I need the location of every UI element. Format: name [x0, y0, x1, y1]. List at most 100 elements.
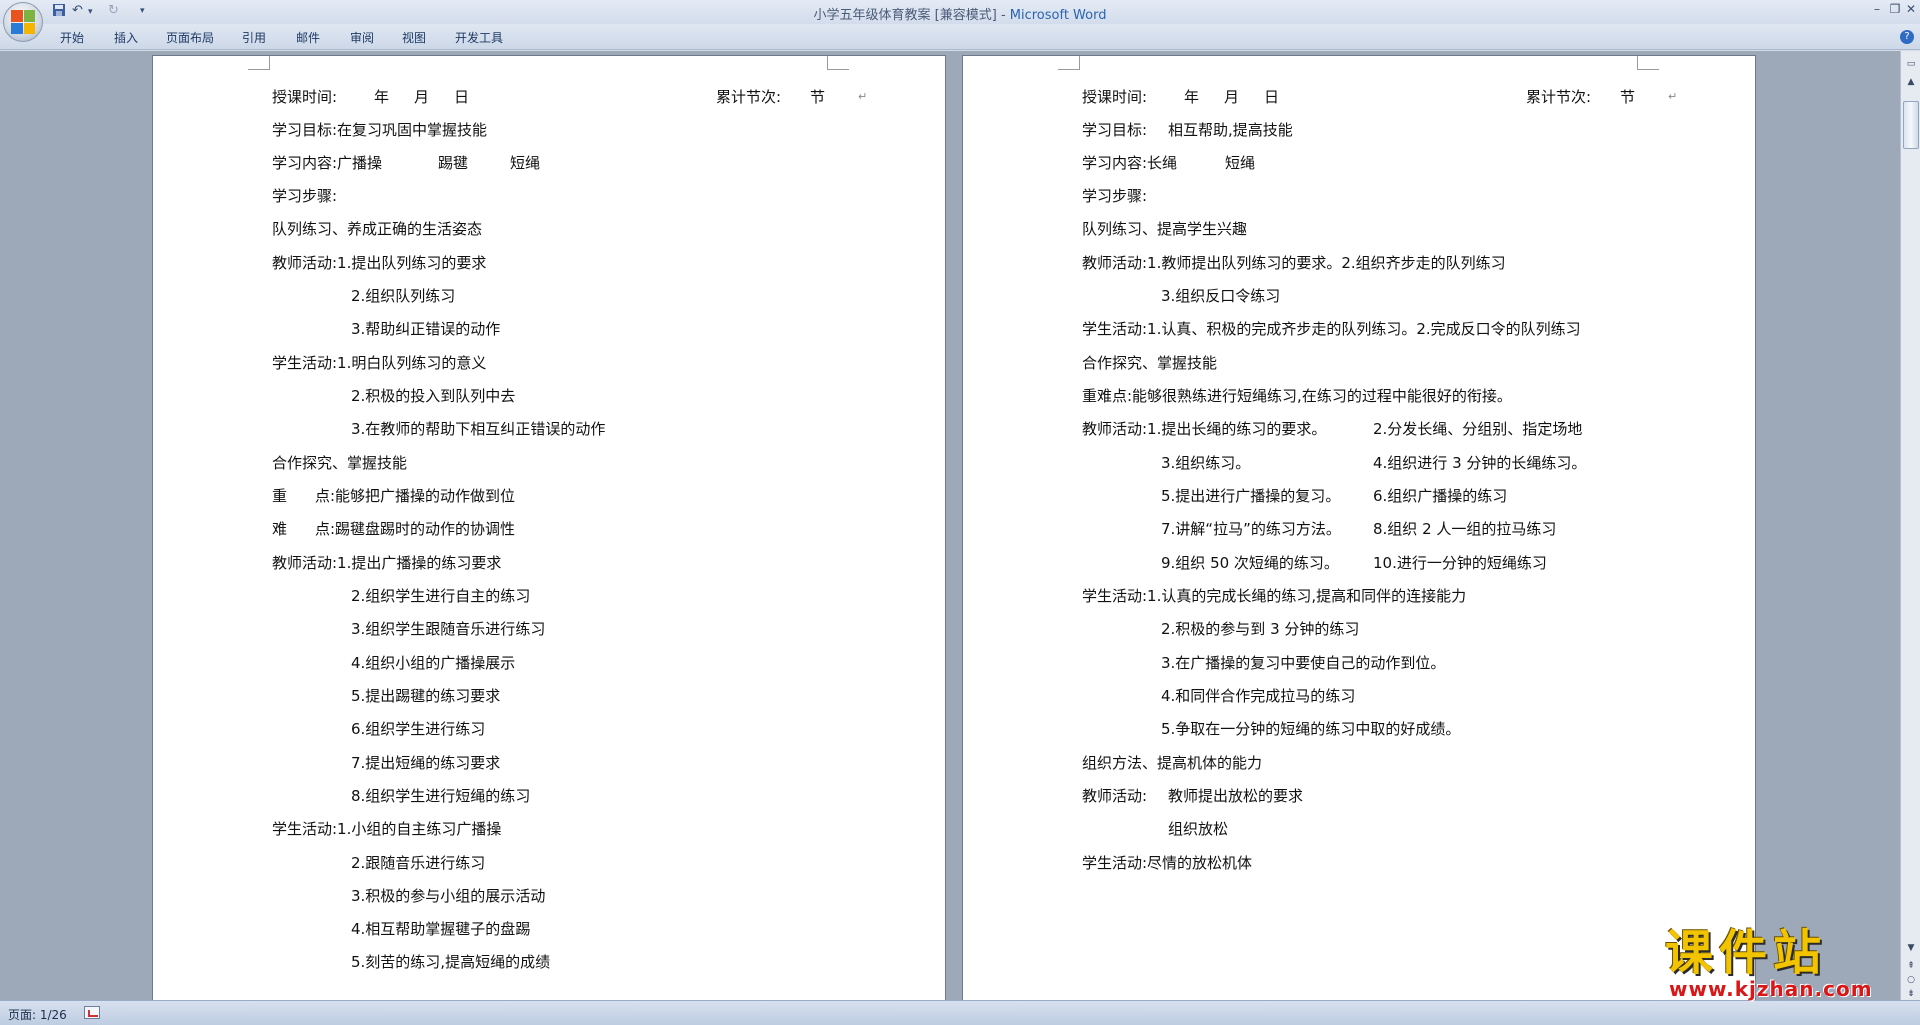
doc-line: 学习内容:长绳 — [1082, 154, 1178, 172]
doc-line: 3.在广播操的复习中要使自己的动作到位。 — [1161, 654, 1446, 672]
doc-line: 队列练习、养成正确的生活姿态 — [272, 220, 483, 238]
doc-line: 学习步骤: — [1082, 187, 1148, 205]
close-icon[interactable]: ✕ — [1900, 2, 1920, 18]
doc-line: 点:能够把广播操的动作做到位 — [315, 487, 516, 505]
doc-line: 6.组织学生进行练习 — [351, 720, 486, 738]
crop-mark — [248, 56, 270, 70]
office-button[interactable] — [3, 2, 43, 42]
doc-line: 2.积极的投入到队列中去 — [351, 387, 516, 405]
document-title: 小学五年级体育教案 [兼容模式] — [813, 8, 997, 23]
doc-line: 3.组织学生跟随音乐进行练习 — [351, 620, 546, 638]
session-unit-label: 节 — [1620, 88, 1636, 106]
doc-line: 5.争取在一分钟的短绳的练习中取的好成绩。 — [1161, 720, 1461, 738]
watermark-url: www.kjzhan.com — [1669, 977, 1873, 1001]
next-page-icon[interactable]: ⇟ — [1903, 987, 1919, 1001]
day-label: 日 — [1264, 88, 1280, 106]
tab-insert[interactable]: 插入 — [114, 29, 138, 46]
doc-line: 相互帮助,提高技能 — [1168, 121, 1293, 139]
tab-home[interactable]: 开始 — [60, 29, 84, 46]
doc-line: 2.组织队列练习 — [351, 287, 456, 305]
scroll-thumb[interactable] — [1903, 101, 1919, 149]
doc-line: 难 — [272, 520, 288, 538]
doc-line: 3.在教师的帮助下相互纠正错误的动作 — [351, 420, 606, 438]
month-label: 月 — [414, 88, 430, 106]
scroll-up-icon[interactable]: ▲ — [1903, 75, 1919, 89]
doc-line: 2.分发长绳、分组别、指定场地 — [1373, 420, 1583, 438]
tab-view[interactable]: 视图 — [402, 29, 426, 46]
doc-line: 教师活动:1.提出长绳的练习的要求。 — [1082, 420, 1327, 438]
doc-line: 4.和同伴合作完成拉马的练习 — [1161, 687, 1356, 705]
doc-line: 教师活动:1.提出队列练习的要求 — [272, 254, 487, 272]
session-unit-label: 节 — [810, 88, 826, 106]
proofing-icon[interactable] — [84, 1006, 100, 1019]
doc-line: 踢毽 — [438, 154, 469, 172]
doc-line: 3.组织反口令练习 — [1161, 287, 1281, 305]
doc-line: 2.跟随音乐进行练习 — [351, 854, 486, 872]
doc-line: 学生活动:1.认真、积极的完成齐步走的队列练习。2.完成反口令的队列练习 — [1082, 320, 1581, 338]
doc-line: 合作探究、掌握技能 — [272, 454, 408, 472]
doc-line: 教师提出放松的要求 — [1168, 787, 1304, 805]
document-area: 授课时间: 年 月 日 累计节次: 节 ↵ 学习目标:在复习巩固中掌握技能 学习… — [0, 51, 1900, 1000]
ruler-toggle-icon[interactable]: ▭ — [1903, 57, 1919, 71]
watermark-title: 课件站 — [1665, 925, 1828, 981]
tab-developer[interactable]: 开发工具 — [455, 29, 503, 46]
window-title: 小学五年级体育教案 [兼容模式] - Microsoft Word — [813, 8, 1107, 23]
doc-line: 7.讲解“拉马”的练习方法。 — [1161, 520, 1341, 538]
site-watermark: 课件站 www.kjzhan.com — [1665, 925, 1905, 1001]
paragraph-mark: ↵ — [858, 90, 868, 103]
doc-line: 短绳 — [1225, 154, 1256, 172]
lesson-time-label: 授课时间: — [1082, 88, 1148, 106]
day-label: 日 — [454, 88, 470, 106]
app-name: Microsoft Word — [1009, 8, 1107, 23]
help-icon[interactable]: ? — [1900, 30, 1914, 44]
doc-line: 2.积极的参与到 3 分钟的练习 — [1161, 620, 1360, 638]
document-page-left[interactable]: 授课时间: 年 月 日 累计节次: 节 ↵ 学习目标:在复习巩固中掌握技能 学习… — [152, 55, 946, 1000]
doc-line: 学习目标: — [1082, 121, 1148, 139]
doc-line: 学生活动:尽情的放松机体 — [1082, 854, 1253, 872]
page-number-status[interactable]: 页面: 1/26 — [8, 1006, 67, 1023]
doc-line: 教师活动: — [1082, 787, 1148, 805]
doc-line: 8.组织 2 人一组的拉马练习 — [1373, 520, 1557, 538]
scroll-down-icon[interactable]: ▼ — [1903, 941, 1919, 955]
doc-line: 3.积极的参与小组的展示活动 — [351, 887, 546, 905]
doc-line: 3.帮助纠正错误的动作 — [351, 320, 501, 338]
doc-line: 4.组织进行 3 分钟的长绳练习。 — [1373, 454, 1587, 472]
crop-mark — [827, 56, 849, 70]
doc-line: 教师活动:1.教师提出队列练习的要求。2.组织齐步走的队列练习 — [1082, 254, 1506, 272]
doc-line: 重难点:能够很熟练进行短绳练习,在练习的过程中能很好的衔接。 — [1082, 387, 1512, 405]
doc-line: 7.提出短绳的练习要求 — [351, 754, 501, 772]
tab-references[interactable]: 引用 — [242, 29, 266, 46]
doc-line: 5.刻苦的练习,提高短绳的成绩 — [351, 953, 551, 971]
year-label: 年 — [374, 88, 390, 106]
doc-line: 组织方法、提高机体的能力 — [1082, 754, 1263, 772]
crop-mark — [1637, 56, 1659, 70]
title-bar: ↶ ▾ ↻ ▾ 小学五年级体育教案 [兼容模式] - Microsoft Wor… — [0, 0, 1920, 24]
doc-line: 重 — [272, 487, 288, 505]
doc-line: 5.提出踢毽的练习要求 — [351, 687, 501, 705]
tab-review[interactable]: 审阅 — [350, 29, 374, 46]
document-page-right[interactable]: 授课时间: 年 月 日 累计节次: 节 ↵ 学习目标: 相互帮助,提高技能 学习… — [962, 55, 1756, 1000]
doc-line: 组织放松 — [1168, 820, 1229, 838]
doc-line: 学生活动:1.小组的自主练习广播操 — [272, 820, 502, 838]
doc-line: 短绳 — [510, 154, 541, 172]
year-label: 年 — [1184, 88, 1200, 106]
session-count-label: 累计节次: — [1526, 88, 1592, 106]
tab-page-layout[interactable]: 页面布局 — [166, 29, 214, 46]
previous-page-icon[interactable]: ⇞ — [1903, 959, 1919, 973]
doc-line: 队列练习、提高学生兴趣 — [1082, 220, 1248, 238]
vertical-scrollbar[interactable]: ▭ ▲ ▼ ⇞ ○ ⇟ — [1900, 51, 1920, 1000]
browse-object-icon[interactable]: ○ — [1903, 973, 1919, 987]
doc-line: 4.组织小组的广播操展示 — [351, 654, 516, 672]
doc-line: 学生活动:1.认真的完成长绳的练习,提高和同伴的连接能力 — [1082, 587, 1467, 605]
lesson-time-label: 授课时间: — [272, 88, 338, 106]
paragraph-mark: ↵ — [1668, 90, 1678, 103]
crop-mark — [1058, 56, 1080, 70]
doc-line: 点:踢毽盘踢时的动作的协调性 — [315, 520, 516, 538]
doc-line: 3.组织练习。 — [1161, 454, 1251, 472]
status-bar: 页面: 1/26 — [0, 1000, 1920, 1025]
doc-line: 学生活动:1.明白队列练习的意义 — [272, 354, 487, 372]
tab-mailings[interactable]: 邮件 — [296, 29, 320, 46]
doc-line: 9.组织 50 次短绳的练习。 — [1161, 554, 1339, 572]
doc-line: 2.组织学生进行自主的练习 — [351, 587, 531, 605]
doc-line: 8.组织学生进行短绳的练习 — [351, 787, 531, 805]
